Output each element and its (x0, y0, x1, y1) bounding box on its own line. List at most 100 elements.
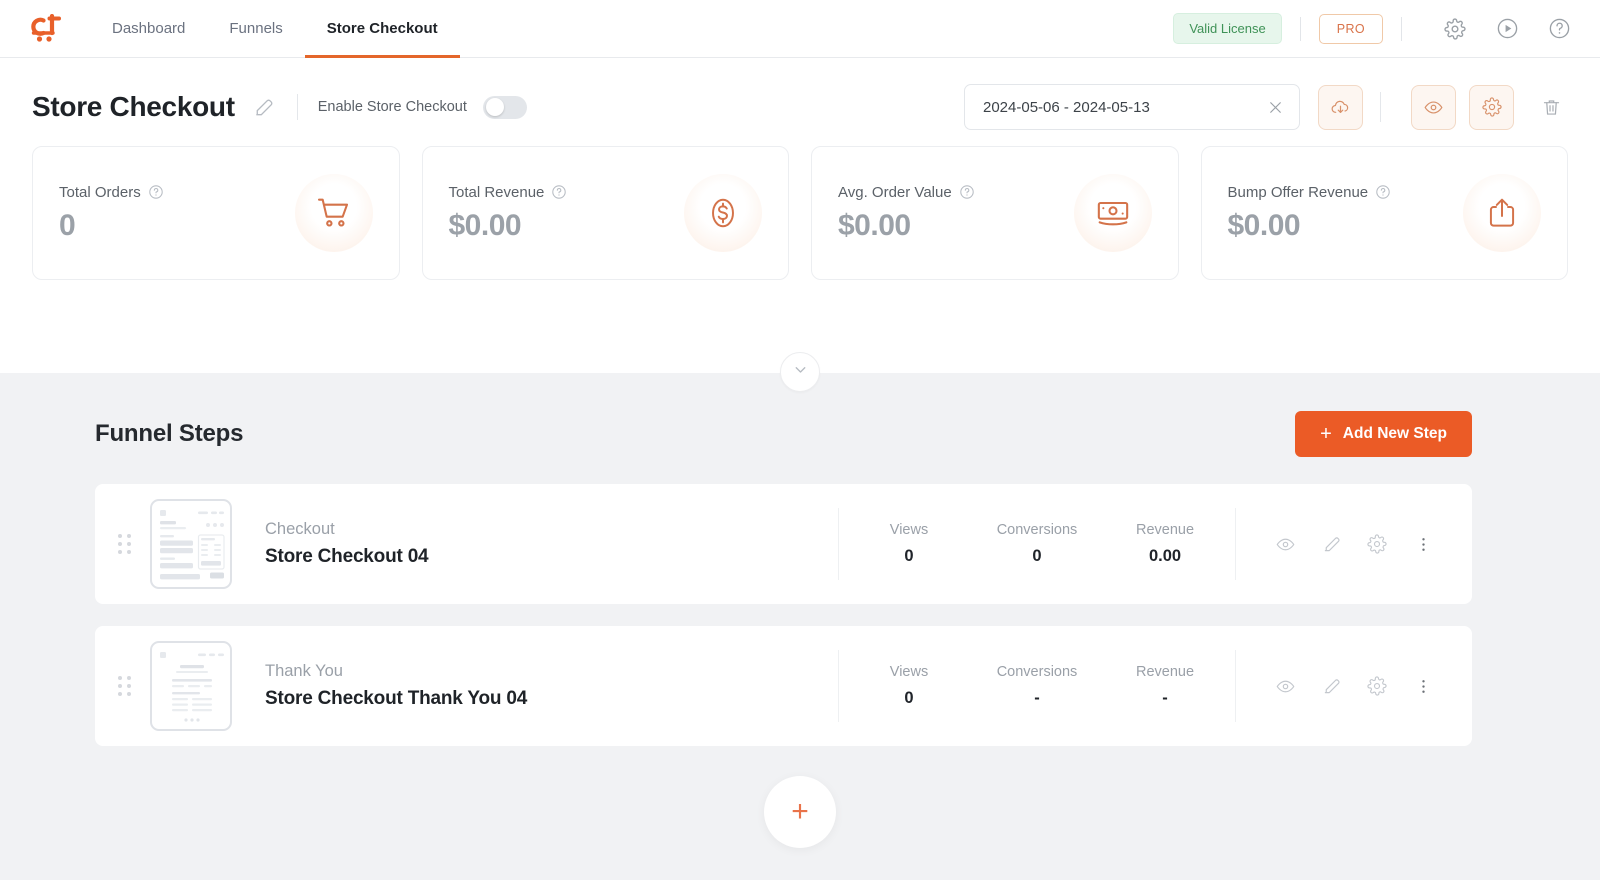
nav-right-actions: Valid License PRO (1173, 12, 1576, 46)
stat-value: $0.00 (1227, 208, 1301, 242)
stat-card-avg-order-value: Avg. Order Value $0.00 (811, 146, 1179, 280)
more-options-icon[interactable] (1400, 524, 1446, 564)
stat-label-text: Total Orders (59, 183, 141, 201)
help-circle-icon[interactable] (959, 184, 975, 200)
stat-label: Bump Offer Revenue (1228, 184, 1392, 201)
stat-card-bump-offer-revenue: Bump Offer Revenue $0.00 (1200, 146, 1568, 280)
metric-label: Views (889, 664, 929, 680)
date-range-value: 2024-05-06 - 2024-05-13 (983, 98, 1150, 116)
pro-upgrade-badge[interactable]: PRO (1318, 13, 1383, 44)
metric-revenue: Revenue 0.00 (1101, 522, 1229, 566)
stat-card-total-orders: Total Orders 0 (32, 146, 400, 280)
divider (1401, 16, 1402, 41)
funnel-step-row[interactable]: Checkout Store Checkout 04 Views 0 Conve… (95, 484, 1472, 604)
shopping-cart-icon (294, 174, 373, 252)
collapse-stats-button[interactable] (780, 352, 820, 392)
stat-label: Total Revenue (449, 184, 568, 201)
step-row-actions (1236, 524, 1446, 564)
preview-button[interactable] (1411, 84, 1456, 130)
enable-store-checkout-toggle[interactable] (482, 95, 527, 119)
metric-conversions: Conversions 0 (973, 522, 1101, 566)
help-circle-icon[interactable] (1375, 184, 1391, 200)
banknote-icon (1073, 174, 1152, 252)
date-range-input[interactable]: 2024-05-06 - 2024-05-13 (964, 84, 1300, 130)
collapse-panel-wrap (0, 352, 1600, 392)
add-step-fab-button[interactable]: + (764, 776, 836, 848)
stat-value: $0.00 (838, 208, 911, 242)
edit-pencil-icon[interactable] (251, 94, 277, 120)
funnel-steps-section: Funnel Steps + Add New Step Checkout Sto… (0, 373, 1600, 880)
funnel-step-row[interactable]: Thank You Store Checkout Thank You 04 Vi… (95, 626, 1472, 746)
metric-conversions: Conversions - (973, 664, 1101, 708)
trash-icon[interactable] (1534, 90, 1568, 124)
drag-dots-icon (117, 676, 131, 696)
metric-label: Conversions (996, 522, 1078, 538)
metric-value: 0 (904, 689, 914, 707)
step-name: Store Checkout 04 (265, 546, 429, 567)
nav-item-label: Funnels (229, 20, 283, 37)
step-type-label: Thank You (265, 662, 343, 680)
funnel-steps-title: Funnel Steps (95, 420, 244, 447)
help-circle-icon[interactable] (551, 184, 567, 200)
eye-icon[interactable] (1262, 666, 1308, 706)
metric-value: - (1162, 689, 1168, 707)
divider (1299, 16, 1301, 41)
metric-label: Views (889, 522, 929, 538)
gear-icon[interactable] (1438, 12, 1472, 46)
thankyou-page-thumbnail (150, 641, 232, 731)
funnel-steps-list: Checkout Store Checkout 04 Views 0 Conve… (0, 457, 1600, 746)
stat-content: Avg. Order Value $0.00 (838, 184, 975, 243)
chevron-down-icon (792, 361, 809, 383)
edit-pencil-icon[interactable] (1308, 524, 1354, 564)
stat-value: $0.00 (448, 208, 522, 242)
import-export-button[interactable] (1318, 84, 1363, 130)
add-new-step-button[interactable]: + Add New Step (1295, 411, 1472, 457)
stat-content: Bump Offer Revenue $0.00 (1228, 184, 1392, 243)
dollar-circle-icon (684, 174, 762, 252)
gear-icon[interactable] (1354, 666, 1400, 706)
nav-item-dashboard[interactable]: Dashboard (90, 0, 207, 58)
more-options-icon[interactable] (1400, 666, 1446, 706)
help-circle-icon[interactable] (148, 184, 164, 200)
add-new-step-label: Add New Step (1342, 425, 1447, 442)
step-metrics: Views 0 Conversions - Revenue - (838, 650, 1236, 722)
metric-value: - (1034, 689, 1040, 707)
edit-pencil-icon[interactable] (1308, 666, 1354, 706)
divider (296, 94, 298, 120)
cartflows-logo-icon[interactable] (28, 12, 64, 46)
stats-card-row: Total Orders 0 Total Revenue $0.00 Avg. … (0, 130, 1600, 280)
nav-item-label: Store Checkout (326, 20, 438, 37)
close-icon[interactable] (1266, 98, 1285, 117)
nav-item-store-checkout[interactable]: Store Checkout (304, 0, 460, 58)
step-text: Thank You Store Checkout Thank You 04 (265, 662, 527, 710)
help-circle-icon[interactable] (1542, 12, 1576, 46)
step-name: Store Checkout Thank You 04 (265, 688, 528, 709)
metric-value: 0 (904, 547, 914, 565)
stat-value: 0 (59, 208, 76, 242)
settings-button[interactable] (1469, 84, 1514, 130)
play-circle-icon[interactable] (1490, 12, 1524, 46)
nav-items: Dashboard Funnels Store Checkout (90, 0, 460, 58)
share-upload-icon (1463, 174, 1541, 252)
drag-handle[interactable] (113, 676, 135, 696)
metric-views: Views 0 (845, 522, 973, 566)
step-text: Checkout Store Checkout 04 (265, 520, 429, 568)
step-type-label: Checkout (265, 520, 335, 538)
plus-icon: + (791, 795, 809, 828)
metric-views: Views 0 (845, 664, 973, 708)
stat-content: Total Revenue $0.00 (449, 184, 568, 243)
gear-icon[interactable] (1354, 524, 1400, 564)
stat-label-text: Bump Offer Revenue (1227, 183, 1369, 201)
nav-item-label: Dashboard (112, 20, 186, 37)
add-step-fab-wrap: + (0, 776, 1600, 848)
metric-label: Conversions (996, 664, 1078, 680)
toggle-knob (485, 98, 504, 116)
drag-dots-icon (117, 534, 131, 554)
stat-content: Total Orders 0 (59, 184, 164, 243)
nav-item-funnels[interactable]: Funnels (207, 0, 304, 58)
metric-label: Revenue (1135, 664, 1195, 680)
eye-icon[interactable] (1262, 524, 1308, 564)
metric-revenue: Revenue - (1101, 664, 1229, 708)
drag-handle[interactable] (113, 534, 135, 554)
page-title: Store Checkout (32, 91, 235, 122)
